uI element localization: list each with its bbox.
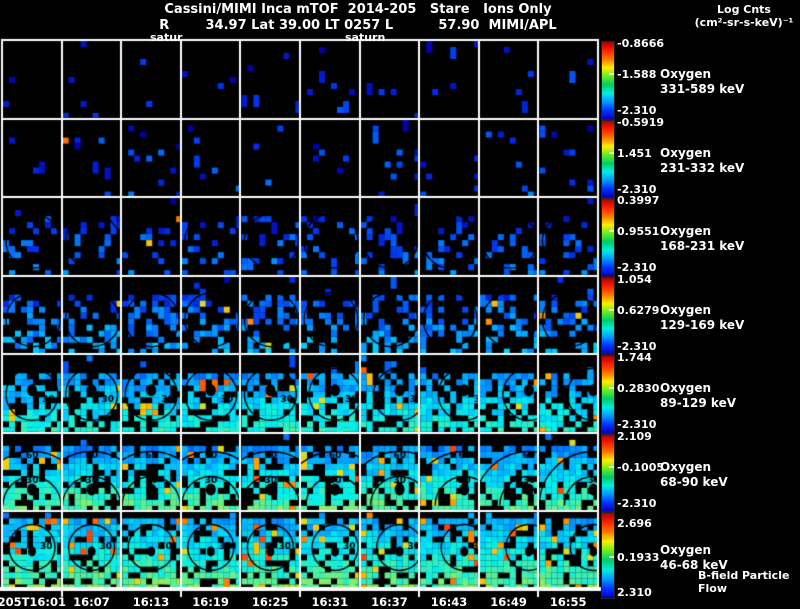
colorbar-mid-tickmark: [609, 556, 614, 559]
colorbar-tick-bottom: 2.310: [617, 586, 652, 600]
colorbar-tick-mid: 0.2830: [617, 382, 660, 396]
colorbar-tick-mid: 1.451: [617, 146, 652, 160]
colorbar-mid-tickmark: [609, 230, 614, 233]
time-axis-label: 16:55: [549, 595, 587, 609]
colorbar-tick-top: 2.696: [617, 517, 652, 531]
time-axis-label: 205T16:01: [0, 595, 67, 609]
row-energy-label: 168-231 keV: [660, 239, 745, 254]
colorbar-units: (cm²-sr-s-keV)⁻¹: [694, 16, 794, 29]
colorbar-mid-tickmark: [609, 465, 614, 468]
colorbar-mid-tickmark: [609, 308, 614, 311]
colorbar: [601, 41, 615, 120]
row-label: Oxygen 89-129 keV: [660, 381, 736, 411]
colorbar-tick-mid: 0.1933: [617, 551, 660, 565]
colorbar: [601, 198, 615, 277]
time-axis-label: 16:07: [73, 595, 110, 609]
row-label: Oxygen 129-169 keV: [660, 303, 744, 333]
colorbar-tick-mid: 0.9551: [617, 225, 660, 239]
row-species-label: Oxygen: [660, 459, 712, 474]
row-label: Oxygen 168-231 keV: [660, 224, 744, 254]
colorbar-tick-top: -0.5919: [617, 115, 665, 129]
row-species-label: Oxygen: [660, 543, 712, 558]
page-title: Cassini/MIMI Inca mTOF 2014-205 Stare Io…: [164, 2, 552, 17]
row-label: Oxygen 331-589 keV: [660, 67, 744, 97]
row-species-label: Oxygen: [660, 145, 712, 160]
mimi-inca-display: Cassini/MIMI Inca mTOF 2014-205 Stare Io…: [0, 0, 800, 609]
colorbar-tick-top: 1.744: [617, 351, 652, 365]
row-label: Oxygen 46-68 keV: [660, 543, 728, 573]
colorbar-tick-mid: -0.1005: [617, 460, 665, 474]
colorbar-tick-mid: 0.6279: [617, 303, 660, 317]
row-species-label: Oxygen: [660, 224, 712, 239]
colorbar-mid-tickmark: [609, 151, 614, 154]
time-axis-label: 16:25: [251, 595, 289, 609]
colorbar-units-title: Log Cnts: [717, 3, 771, 16]
colorbar-mid-tickmark: [609, 73, 614, 75]
row-energy-label: 68-90 keV: [660, 474, 728, 489]
row-energy-label: 129-169 keV: [660, 317, 745, 332]
colorbar-tick-top: -0.8666: [617, 37, 665, 50]
row-species-label: Oxygen: [660, 67, 712, 81]
planet-label-saturn-2: saturn: [345, 31, 386, 44]
row-label: Oxygen 68-90 keV: [660, 460, 728, 490]
colorbar-tick-bottom: -2.310: [617, 496, 657, 510]
row-energy-label: 231-332 keV: [660, 160, 745, 175]
time-axis-label: 16:31: [311, 595, 349, 609]
row-energy-label: 46-68 keV: [660, 558, 728, 573]
time-axis-label: 16:13: [132, 595, 170, 609]
colorbar: [601, 119, 615, 199]
colorbar-tick-top: 1.054: [617, 272, 652, 286]
row-species-label: Oxygen: [660, 302, 712, 317]
time-axis-label: 16:37: [371, 595, 408, 609]
colorbar: [601, 276, 615, 356]
colorbar-tick-top: 0.3997: [617, 194, 660, 208]
row-species-label: Oxygen: [660, 381, 712, 396]
time-axis-label: 16:43: [430, 595, 468, 609]
colorbar: [601, 355, 615, 434]
colorbar-tick-top: 2.109: [617, 429, 652, 443]
colorbar-mid-tickmark: [609, 387, 614, 390]
colorbar-tick-mid: -1.588: [617, 68, 657, 81]
row-energy-label: 331-589 keV: [660, 82, 745, 96]
time-axis-label: 16:49: [490, 595, 527, 609]
row-label: Oxygen 231-332 keV: [660, 146, 744, 176]
colorbar: [601, 433, 615, 513]
row-energy-label: 89-129 keV: [660, 396, 736, 411]
time-axis-label: 16:19: [192, 595, 229, 609]
planet-label-saturn-1: satur: [150, 31, 183, 44]
